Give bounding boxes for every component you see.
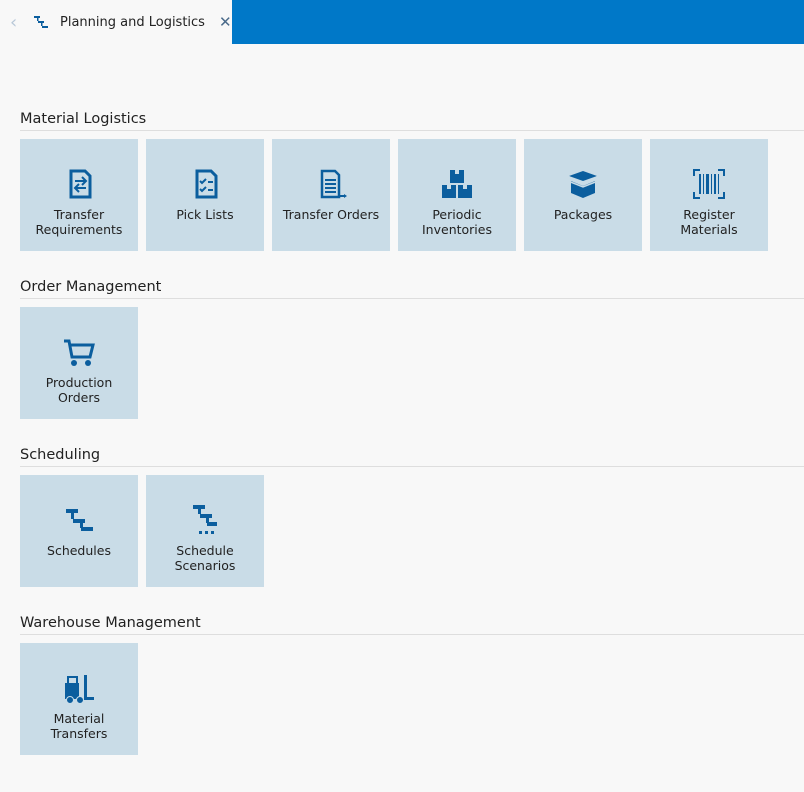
tile-group: Transfer Requirements Pick Lists Transfer …: [20, 139, 804, 251]
tile-material-transfers[interactable]: Material Transfers: [20, 643, 138, 755]
tile-register-materials[interactable]: Register Materials: [650, 139, 768, 251]
tile-transfer-orders[interactable]: Transfer Orders: [272, 139, 390, 251]
checklist-icon: [195, 169, 218, 199]
tile-periodic-inventories[interactable]: Periodic Inventories: [398, 139, 516, 251]
tile-label: Register Materials: [680, 207, 738, 237]
schedule-icon: [66, 509, 93, 531]
section-scheduling: Scheduling Schedules Schedule Scenarios: [20, 443, 804, 587]
tile-production-orders[interactable]: Production Orders: [20, 307, 138, 419]
tile-group: Material Transfers: [20, 643, 804, 755]
barcode-icon: [693, 169, 725, 199]
transfer-document-icon: [69, 169, 92, 199]
boxes-icon: [442, 170, 472, 198]
tile-label: Transfer Requirements: [35, 207, 123, 237]
tile-pick-lists[interactable]: Pick Lists: [146, 139, 264, 251]
chevron-left-icon[interactable]: ‹: [10, 12, 26, 33]
tile-schedules[interactable]: Schedules: [20, 475, 138, 587]
forklift-icon: [65, 675, 94, 704]
open-box-icon: [567, 171, 599, 198]
section-title: Warehouse Management: [20, 611, 804, 635]
section-title: Order Management: [20, 275, 804, 299]
section-title: Material Logistics: [20, 107, 804, 131]
document-arrow-icon: [320, 169, 347, 199]
tile-transfer-requirements[interactable]: Transfer Requirements: [20, 139, 138, 251]
tile-label: Material Transfers: [50, 711, 108, 741]
tab-title: Planning and Logistics: [60, 14, 205, 30]
tile-label: Packages: [553, 207, 613, 222]
tab-planning-and-logistics[interactable]: ‹ Planning and Logistics ✕: [0, 0, 232, 44]
section-order-management: Order Management Production Orders: [20, 275, 804, 419]
section-material-logistics: Material Logistics Transfer Requirements P…: [20, 107, 804, 251]
cart-icon: [64, 339, 95, 366]
section-warehouse-management: Warehouse Management Material Transfers: [20, 611, 804, 755]
tile-group: Production Orders: [20, 307, 804, 419]
tile-schedule-scenarios[interactable]: Schedule Scenarios: [146, 475, 264, 587]
tile-label: Schedules: [47, 543, 111, 558]
tile-label: Transfer Orders: [282, 207, 380, 222]
schedule-scenario-icon: [193, 505, 217, 534]
tile-group: Schedules Schedule Scenarios: [20, 475, 804, 587]
tile-label: Pick Lists: [176, 207, 234, 222]
tile-label: Periodic Inventories: [422, 207, 492, 237]
tile-label: Schedule Scenarios: [174, 543, 236, 573]
close-icon[interactable]: ✕: [219, 13, 232, 31]
tile-label: Production Orders: [45, 375, 113, 405]
section-title: Scheduling: [20, 443, 804, 467]
schedule-icon: [34, 16, 48, 28]
tile-packages[interactable]: Packages: [524, 139, 642, 251]
